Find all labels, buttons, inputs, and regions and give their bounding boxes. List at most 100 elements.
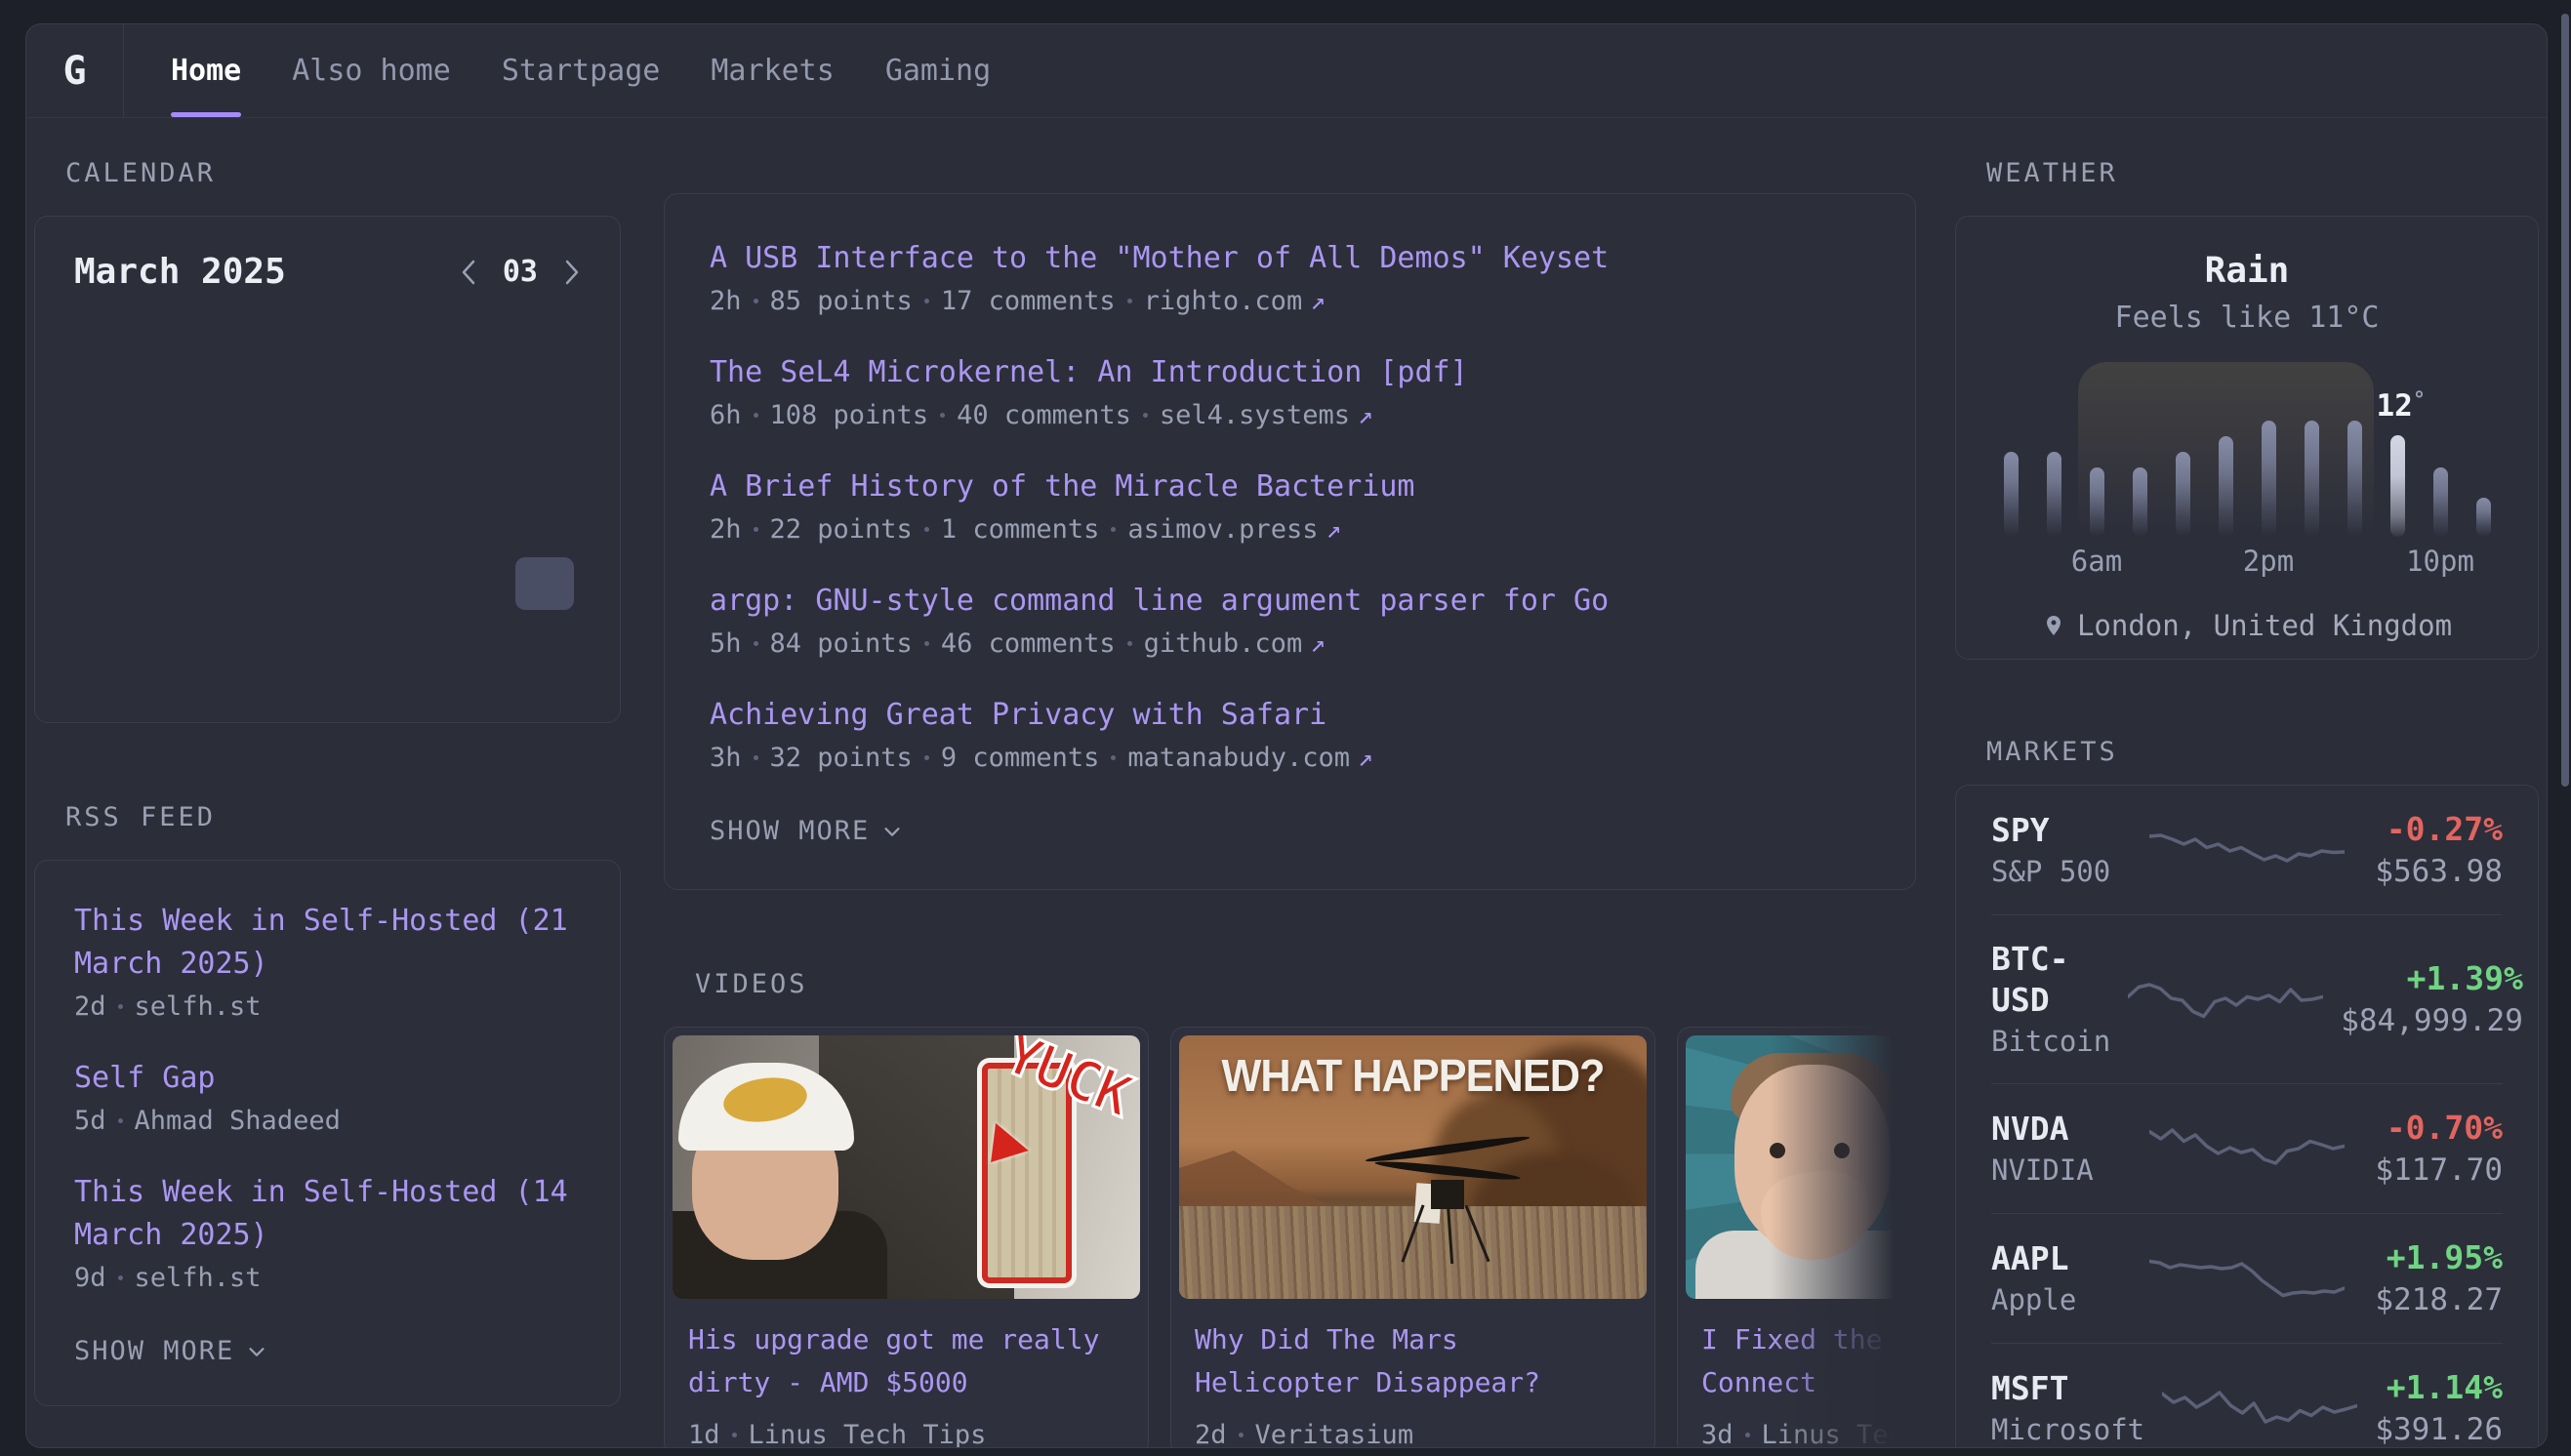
dot-separator-icon (1239, 1433, 1244, 1437)
market-row[interactable]: BTC-USD Bitcoin +1.39% $84,999.29 (1991, 915, 2503, 1084)
market-row[interactable]: AAPL Apple +1.95% $218.27 (1991, 1214, 2503, 1344)
dot-separator-icon (1111, 527, 1116, 532)
videos-section-label: VIDEOS (695, 968, 1916, 1001)
calendar-day (74, 557, 146, 610)
videos-row: YUCK His upgrade got me really dirty - A… (664, 1027, 1916, 1448)
active-tab-underline (171, 112, 241, 117)
dot-separator-icon (732, 1433, 737, 1437)
nav-tab-also-home[interactable]: Also home (292, 24, 451, 117)
external-link-icon: ↗ (1358, 744, 1373, 773)
calendar-day (291, 440, 363, 493)
hn-item-points: 22 points (770, 514, 913, 545)
market-ticker: MSFT (1991, 1368, 2144, 1409)
nav-tabs: Home Also home Startpage Markets Gaming (124, 24, 991, 117)
market-change-percent: +1.14% (2375, 1367, 2503, 1408)
calendar-next-month-button[interactable] (563, 258, 581, 287)
market-row[interactable]: SPY S&P 500 -0.27% $563.98 (1991, 786, 2503, 915)
nav-tab-startpage[interactable]: Startpage (502, 24, 661, 117)
rss-item-title[interactable]: This Week in Self-Hosted (21 March 2025) (74, 900, 581, 986)
hn-item-points: 84 points (770, 628, 913, 659)
calendar-day (364, 499, 436, 551)
calendar-prev-month-button[interactable] (460, 258, 477, 287)
chevron-down-icon (246, 1341, 267, 1362)
hn-item-domain-link[interactable]: matanabudy.com ↗ (1127, 743, 1372, 773)
market-name: S&P 500 (1991, 855, 2132, 888)
feed-source-tabs (695, 157, 1916, 170)
calendar-day (74, 499, 146, 551)
market-ticker: SPY (1991, 810, 2132, 851)
chevron-down-icon (881, 821, 903, 842)
nav-tab-gaming[interactable]: Gaming (885, 24, 991, 117)
market-ticker: BTC-USD (1991, 939, 2110, 1021)
middle-column: A USB Interface to the "Mother of All De… (664, 157, 1916, 1448)
hn-item-title[interactable]: A Brief History of the Miracle Bacterium (710, 465, 1870, 508)
dashboard-content: CALENDAR March 2025 03 RSS (26, 118, 2547, 1448)
calendar-weekday-label (364, 331, 436, 376)
hn-item-age: 2h (710, 286, 742, 316)
hn-item-age: 6h (710, 400, 742, 430)
rss-item-source: selfh.st (135, 1263, 262, 1293)
app-logo[interactable]: G (26, 24, 124, 117)
market-row[interactable]: MSFT Microsoft +1.14% $391.26 (1991, 1344, 2503, 1448)
market-row[interactable]: NVDA NVIDIA -0.70% $117.70 (1991, 1084, 2503, 1214)
hn-item-age: 2h (710, 514, 742, 545)
calendar-day (509, 499, 581, 551)
weather-bar (2433, 467, 2448, 537)
rss-show-more-button[interactable]: SHOW MORE (74, 1336, 581, 1366)
calendar-day (291, 557, 363, 610)
video-channel: Veritasium (1255, 1420, 1414, 1448)
markets-section-label: MARKETS (1986, 736, 2539, 769)
video-title[interactable]: His upgrade got me really dirty - AMD $5… (688, 1318, 1124, 1404)
hn-item-domain-link[interactable]: github.com ↗ (1144, 628, 1326, 659)
hn-item-meta: 2h 85 points 17 comments righto.com ↗ (710, 286, 1870, 316)
hn-item-title[interactable]: A USB Interface to the "Mother of All De… (710, 237, 1870, 280)
page-scrollbar[interactable] (2561, 14, 2569, 787)
dot-separator-icon (118, 1118, 123, 1123)
calendar-day (291, 382, 363, 434)
calendar-day (509, 674, 581, 727)
nav-tab-home[interactable]: Home (171, 24, 241, 117)
nav-tab-markets[interactable]: Markets (711, 24, 834, 117)
hn-item-points: 85 points (770, 286, 913, 316)
calendar-day (219, 616, 291, 668)
hn-item-title[interactable]: The SeL4 Microkernel: An Introduction [p… (710, 351, 1870, 394)
market-sparkline-chart (2149, 1116, 2345, 1179)
rss-item-title[interactable]: Self Gap (74, 1057, 581, 1100)
video-card[interactable]: WHAT HAPPENED? Why Did The Mars Helicopt… (1170, 1027, 1655, 1448)
hn-item-comments: 1 comments (941, 514, 1100, 545)
hn-item-domain-link[interactable]: asimov.press ↗ (1127, 514, 1341, 545)
hn-item-title[interactable]: Achieving Great Privacy with Safari (710, 694, 1870, 737)
hn-item-title[interactable]: argp: GNU-style command line argument pa… (710, 580, 1870, 623)
video-title[interactable]: I Fixed the 5 Power Connect (1701, 1318, 1916, 1404)
calendar-widget: March 2025 03 (34, 216, 621, 723)
dot-separator-icon (754, 527, 758, 532)
video-card[interactable]: YUCK His upgrade got me really dirty - A… (664, 1027, 1149, 1448)
calendar-weekday-label (74, 331, 146, 376)
video-meta: 1d Linus Tech Tips (688, 1420, 1124, 1448)
right-column: WEATHER Rain Feels like 11°C 12° 6am2pm1… (1955, 157, 2539, 1448)
calendar-day (436, 674, 509, 727)
rss-item-title[interactable]: This Week in Self-Hosted (14 March 2025) (74, 1171, 581, 1257)
top-navigation: G Home Also home Startpage Markets Gamin… (26, 24, 2547, 118)
weather-bar (2219, 436, 2233, 537)
video-card[interactable]: DO TH T I Fixed the 5 Power Connect 3d L… (1677, 1027, 1916, 1448)
hn-item: argp: GNU-style command line argument pa… (710, 580, 1870, 659)
calendar-day (291, 674, 363, 727)
calendar-day (436, 440, 509, 493)
calendar-day (219, 499, 291, 551)
market-sparkline-chart (2149, 1246, 2345, 1309)
dot-separator-icon (924, 641, 929, 646)
hn-item-meta: 2h 22 points 1 comments asimov.press ↗ (710, 514, 1870, 545)
video-channel: Linus Tec (1762, 1420, 1904, 1448)
calendar-day (74, 382, 146, 434)
hn-item-domain-link[interactable]: righto.com ↗ (1144, 286, 1326, 316)
dot-separator-icon (118, 1004, 123, 1009)
hn-show-more-button[interactable]: SHOW MORE (710, 816, 1870, 846)
dot-separator-icon (1745, 1433, 1750, 1437)
video-meta: 3d Linus Tec (1701, 1420, 1916, 1448)
external-link-icon: ↗ (1326, 515, 1341, 545)
hn-item-domain-link[interactable]: sel4.systems ↗ (1160, 400, 1373, 430)
hn-item-age: 3h (710, 743, 742, 773)
calendar-day (364, 557, 436, 610)
video-title[interactable]: Why Did The Mars Helicopter Disappear? (1195, 1318, 1631, 1404)
